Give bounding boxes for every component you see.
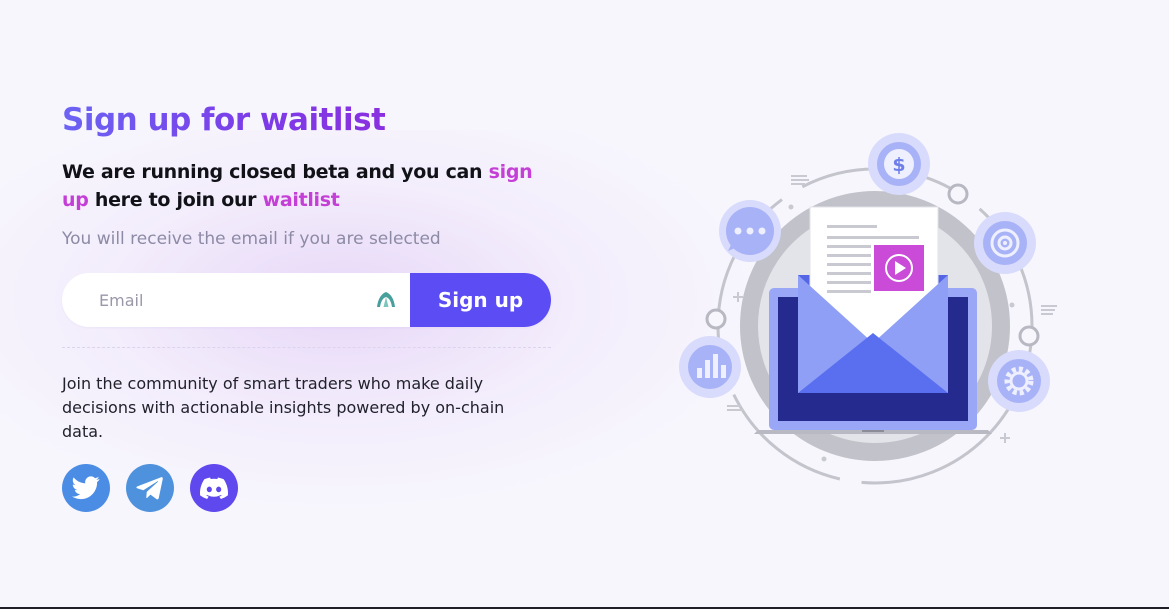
discord-button[interactable] xyxy=(190,464,238,512)
divider xyxy=(62,347,551,348)
twitter-bird-icon xyxy=(72,476,100,500)
dollar-coin-icon: $ xyxy=(868,133,930,195)
telegram-plane-icon xyxy=(136,477,163,500)
play-button-icon xyxy=(874,245,924,291)
envelope-icon xyxy=(798,206,948,393)
page-title: Sign up for waitlist xyxy=(62,102,386,138)
community-text: Join the community of smart traders who … xyxy=(62,374,505,441)
svg-text:$: $ xyxy=(892,154,905,176)
target-icon xyxy=(974,212,1036,274)
headline: We are running closed beta and you can s… xyxy=(62,158,542,214)
subtitle: You will receive the email if you are se… xyxy=(62,229,441,249)
discord-icon xyxy=(200,477,228,499)
email-illustration: $ xyxy=(679,133,1057,485)
autofill-extension-icon[interactable] xyxy=(375,290,397,308)
headline-text-2: here to join our xyxy=(88,189,263,211)
sign-up-button[interactable]: Sign up xyxy=(410,273,551,327)
twitter-button[interactable] xyxy=(62,464,110,512)
headline-text-1: We are running closed beta and you can xyxy=(62,161,489,183)
signup-form: Sign up xyxy=(62,273,551,327)
waitlist-link[interactable]: waitlist xyxy=(263,189,340,211)
social-links xyxy=(62,464,562,512)
bar-chart-icon xyxy=(679,336,741,398)
waitlist-section: Sign up for waitlist We are running clos… xyxy=(62,100,562,512)
gear-icon xyxy=(988,350,1050,412)
email-input[interactable] xyxy=(99,280,359,320)
telegram-button[interactable] xyxy=(126,464,174,512)
chat-bubble-icon xyxy=(719,200,781,262)
